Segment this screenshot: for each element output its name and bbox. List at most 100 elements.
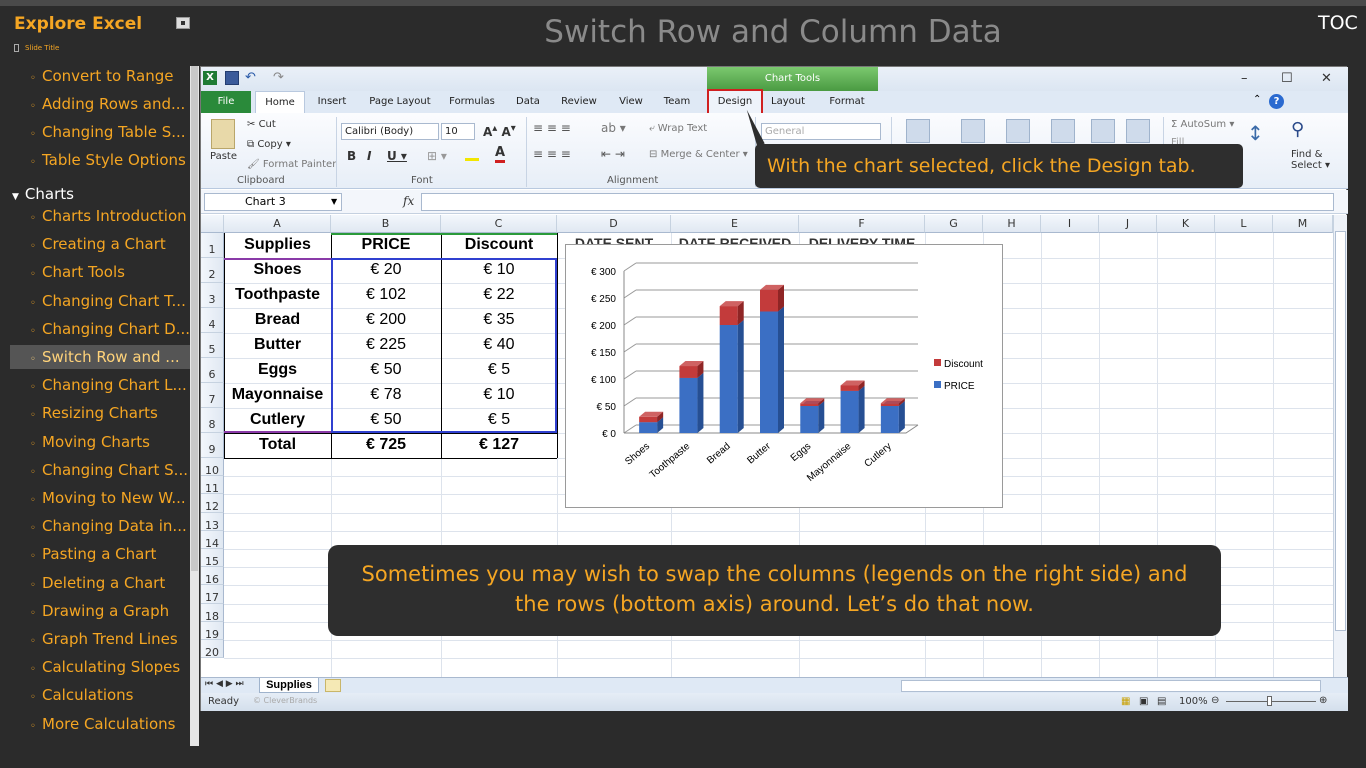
column-header-A[interactable]: A <box>224 215 331 233</box>
table-cell[interactable]: € 725 <box>331 436 441 454</box>
row-header-2[interactable]: 2 <box>201 258 224 283</box>
toc-item[interactable]: ◦ Changing Chart D... <box>0 317 190 341</box>
row-header-4[interactable]: 4 <box>201 308 224 333</box>
tab-home[interactable]: Home <box>255 91 305 113</box>
normal-view-icon[interactable]: ▦ <box>1121 696 1130 707</box>
tab-view[interactable]: View <box>611 91 651 113</box>
column-header-H[interactable]: H <box>983 215 1041 233</box>
namebox-dropdown-icon[interactable]: ▼ <box>331 197 337 206</box>
toc-item[interactable]: ◦ Calculations <box>0 683 190 707</box>
format-cells-icon[interactable] <box>1126 119 1150 143</box>
format-painter-button[interactable]: 🖌 Format Painter <box>247 159 336 170</box>
page-layout-view-icon[interactable]: ▣ <box>1139 696 1148 707</box>
row-header-10[interactable]: 10 <box>201 458 224 477</box>
cut-button[interactable]: ✂ Cut <box>247 119 276 130</box>
table-header-cell[interactable]: Discount <box>441 236 557 254</box>
toc-item[interactable]: ◦ Calculating Slopes <box>0 655 190 679</box>
row-header-16[interactable]: 16 <box>201 567 224 586</box>
row-header-20[interactable]: 20 <box>201 640 224 659</box>
format-table-icon[interactable] <box>961 119 985 143</box>
vertical-scrollbar[interactable] <box>1333 215 1347 677</box>
tab-file[interactable]: File <box>201 91 251 113</box>
column-header-C[interactable]: C <box>441 215 557 233</box>
toc-item[interactable]: ◦ Adding Rows and... <box>0 92 190 116</box>
row-header-8[interactable]: 8 <box>201 408 224 433</box>
row-header-5[interactable]: 5 <box>201 333 224 358</box>
undo-icon[interactable]: ↶ <box>245 71 259 85</box>
toc-button[interactable]: TOC <box>1318 12 1358 34</box>
row-header-7[interactable]: 7 <box>201 383 224 408</box>
zoom-out-icon[interactable]: ⊖ <box>1211 695 1219 706</box>
tab-design[interactable]: Design <box>707 89 763 115</box>
tab-insert[interactable]: Insert <box>309 91 355 113</box>
find-select-button[interactable]: Find & Select ▾ <box>1291 149 1330 171</box>
minimize-icon[interactable]: – <box>1241 71 1248 86</box>
toc-item[interactable]: ◦ More Calculations <box>0 712 190 736</box>
italic-icon[interactable]: I <box>367 149 371 163</box>
formula-input[interactable] <box>421 193 1334 211</box>
save-icon[interactable] <box>225 71 239 85</box>
binoculars-icon[interactable]: ⚲ <box>1291 119 1304 140</box>
sheet-nav-icon[interactable]: ⏮ ◀ ▶ ⏭ <box>205 679 244 689</box>
delete-cells-icon[interactable] <box>1091 119 1115 143</box>
conditional-format-icon[interactable] <box>906 119 930 143</box>
row-header-14[interactable]: 14 <box>201 530 224 550</box>
row-header-17[interactable]: 17 <box>201 585 224 604</box>
row-header-13[interactable]: 13 <box>201 512 224 532</box>
column-header-L[interactable]: L <box>1215 215 1273 233</box>
toc-item[interactable]: ◦ Creating a Chart <box>0 232 190 256</box>
toc-item[interactable]: ◦ Charts Introduction <box>0 204 190 228</box>
copy-button[interactable]: ⧉ Copy ▾ <box>247 139 291 150</box>
borders-icon[interactable]: ⊞ ▾ <box>427 149 447 163</box>
toc-item[interactable]: ◦ Chart Tools <box>0 260 190 284</box>
toc-item[interactable]: ◦ Graph Trend Lines <box>0 627 190 651</box>
zoom-in-icon[interactable]: ⊕ <box>1319 695 1327 706</box>
chart-3[interactable]: € 0 € 50 € 100 € 150 € 200 € 250 € 300 Shoes Too… <box>565 244 1003 508</box>
column-header-D[interactable]: D <box>557 215 671 233</box>
insert-cells-icon[interactable] <box>1051 119 1075 143</box>
row-header-3[interactable]: 3 <box>201 283 224 308</box>
font-size-select[interactable]: 10 <box>441 123 475 140</box>
toc-item[interactable]: ◦ Moving Charts <box>0 430 190 454</box>
row-header-15[interactable]: 15 <box>201 549 224 568</box>
close-icon[interactable]: ✕ <box>1321 71 1332 86</box>
slide-title-row[interactable]: Slide Title <box>14 44 59 52</box>
row-header-12[interactable]: 12 <box>201 494 224 513</box>
horizontal-scrollbar[interactable] <box>901 680 1321 692</box>
paste-icon[interactable] <box>211 119 235 149</box>
indent-icon[interactable]: ⇤ ⇥ <box>601 147 625 161</box>
toc-item[interactable]: ◦ Drawing a Graph <box>0 599 190 623</box>
toc-item[interactable]: ◦ Deleting a Chart <box>0 571 190 595</box>
tab-layout[interactable]: Layout <box>763 91 813 113</box>
font-name-select[interactable]: Calibri (Body) <box>341 123 439 140</box>
table-header-cell[interactable]: Supplies <box>224 236 331 254</box>
fill-color-icon[interactable] <box>465 147 479 161</box>
row-header-6[interactable]: 6 <box>201 358 224 383</box>
vscroll-thumb[interactable] <box>1335 231 1346 631</box>
merge-center-button[interactable]: ⊟ Merge & Center ▾ <box>649 149 748 160</box>
align-top-icon[interactable]: ≡ ≡ ≡ <box>533 121 571 135</box>
tab-format[interactable]: Format <box>819 91 875 113</box>
tab-review[interactable]: Review <box>553 91 605 113</box>
insert-function-icon[interactable]: fx <box>403 194 414 208</box>
table-header-cell[interactable]: PRICE <box>331 236 441 254</box>
row-header-11[interactable]: 11 <box>201 476 224 495</box>
column-header-G[interactable]: G <box>925 215 983 233</box>
toc-item[interactable]: ◦ Moving to New W... <box>0 486 190 510</box>
column-header-I[interactable]: I <box>1041 215 1099 233</box>
column-header-J[interactable]: J <box>1099 215 1157 233</box>
toc-item-selected[interactable]: ◦ Switch Row and ... <box>10 345 190 369</box>
new-sheet-icon[interactable] <box>325 679 341 692</box>
align-left-icon[interactable]: ≡ ≡ ≡ <box>533 147 571 161</box>
tab-team[interactable]: Team <box>657 91 697 113</box>
sheet-tab-supplies[interactable]: Supplies <box>259 678 319 693</box>
zoom-slider-handle[interactable] <box>1267 696 1272 706</box>
maximize-icon[interactable]: ☐ <box>1281 71 1293 86</box>
toc-scroll-thumb[interactable] <box>191 66 198 571</box>
toc-item[interactable]: ◦ Changing Chart S... <box>0 458 190 482</box>
redo-icon[interactable]: ↷ <box>273 71 287 85</box>
toc-item[interactable]: ◦ Convert to Range <box>0 64 190 88</box>
zoom-level[interactable]: 100% <box>1179 696 1208 707</box>
toc-scrollbar[interactable] <box>190 66 199 746</box>
wrap-text-button[interactable]: ⤶ Wrap Text <box>649 123 707 134</box>
